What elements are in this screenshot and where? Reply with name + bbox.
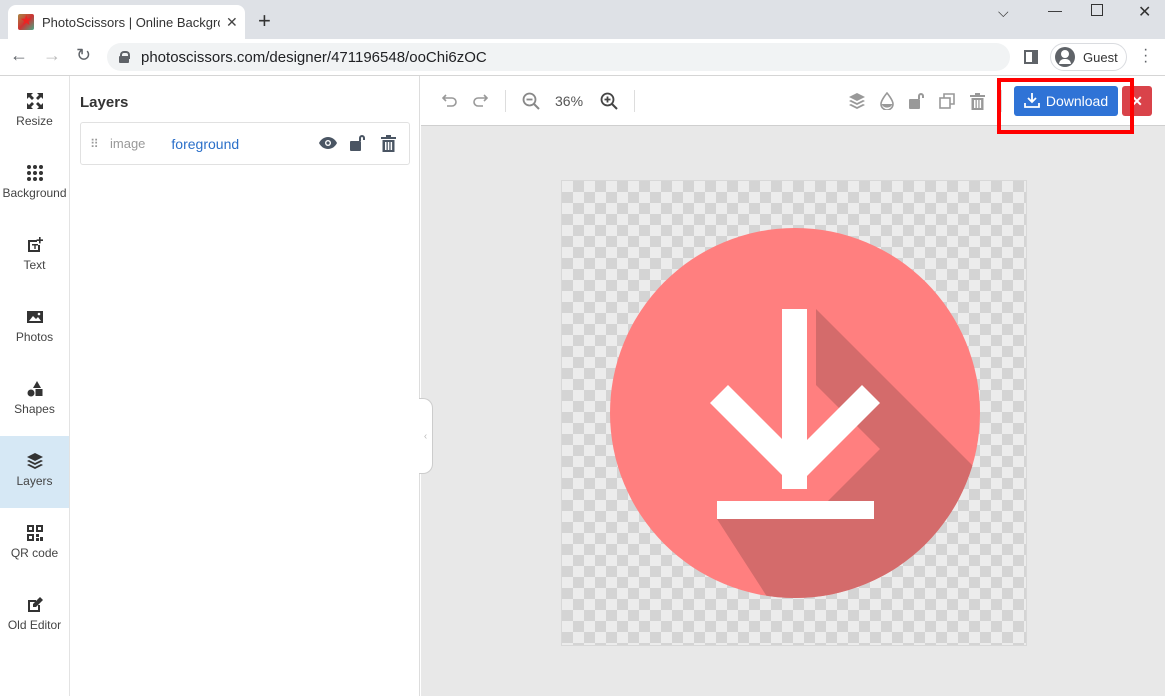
browser-tab[interactable]: PhotoScissors | Online Backgro ✕ bbox=[8, 5, 245, 39]
layer-order-icon[interactable] bbox=[848, 92, 866, 110]
window-close-button[interactable]: ✕ bbox=[1138, 2, 1151, 22]
rail-item-resize[interactable]: Resize bbox=[0, 76, 69, 148]
duplicate-icon[interactable] bbox=[938, 92, 956, 110]
toolbar-divider bbox=[1001, 90, 1002, 112]
editor-toolbar: 36% Download ✕ bbox=[421, 76, 1165, 134]
rail-label: Shapes bbox=[14, 402, 55, 416]
minimize-button[interactable]: — bbox=[1048, 2, 1062, 18]
download-label: Download bbox=[1045, 93, 1109, 109]
redo-icon[interactable] bbox=[471, 92, 489, 110]
rail-label: Old Editor bbox=[7, 618, 62, 632]
rail-item-text[interactable]: Text bbox=[0, 220, 69, 292]
download-button[interactable]: Download bbox=[1014, 86, 1118, 116]
dots-grid-icon bbox=[26, 164, 44, 182]
tab-title: PhotoScissors | Online Backgro bbox=[42, 14, 220, 30]
side-panel-icon[interactable] bbox=[1024, 50, 1038, 64]
rail-item-photos[interactable]: Photos bbox=[0, 292, 69, 364]
lock-icon bbox=[119, 51, 130, 63]
tab-close-icon[interactable]: ✕ bbox=[226, 14, 238, 31]
resize-icon bbox=[26, 92, 44, 110]
rail-label: Resize bbox=[16, 114, 53, 128]
layer-type: image bbox=[110, 136, 146, 151]
rail-item-background[interactable]: Background bbox=[0, 148, 69, 220]
reload-button[interactable]: ↻ bbox=[76, 45, 91, 66]
opacity-icon[interactable] bbox=[878, 92, 896, 110]
layers-panel: Layers ⠿ image foreground bbox=[70, 76, 420, 696]
rail-label: Text bbox=[23, 258, 46, 272]
text-add-icon bbox=[26, 236, 44, 254]
undo-icon[interactable] bbox=[441, 92, 459, 110]
site-favicon-icon bbox=[18, 12, 34, 30]
avatar-icon bbox=[1055, 47, 1075, 67]
tab-search-chevron-icon[interactable]: ⌵ bbox=[998, 4, 1009, 21]
delete-icon[interactable] bbox=[968, 92, 986, 110]
rail-label: QR code bbox=[10, 546, 59, 560]
unlock-icon[interactable] bbox=[349, 134, 367, 152]
tool-rail: Resize Background Text Photos Shapes Lay… bbox=[0, 76, 70, 696]
image-icon bbox=[26, 308, 44, 326]
zoom-level: 36% bbox=[555, 93, 584, 109]
layer-item[interactable]: ⠿ image foreground bbox=[80, 122, 410, 165]
panel-collapse-handle[interactable]: ‹ bbox=[419, 398, 433, 474]
rail-label: Layers bbox=[16, 474, 53, 488]
rail-item-shapes[interactable]: Shapes bbox=[0, 364, 69, 436]
forward-button[interactable]: → bbox=[43, 45, 61, 66]
shapes-icon bbox=[26, 380, 44, 398]
layers-icon bbox=[26, 452, 44, 470]
toolbar-divider bbox=[634, 90, 635, 112]
qr-code-icon bbox=[26, 524, 44, 542]
browser-toolbar: ← → ↻ photoscissors.com/designer/4711965… bbox=[0, 39, 1165, 76]
maximize-button[interactable] bbox=[1091, 4, 1103, 16]
rail-item-qr-code[interactable]: QR code bbox=[0, 508, 69, 580]
panel-title: Layers bbox=[80, 94, 129, 111]
browser-menu-icon[interactable]: · · · bbox=[1143, 42, 1148, 70]
browser-tabstrip: PhotoScissors | Online Backgro ✕ + ⌵ — ✕ bbox=[0, 0, 1165, 39]
drag-handle-icon[interactable]: ⠿ bbox=[90, 137, 100, 151]
url-text: photoscissors.com/designer/471196548/ooC… bbox=[141, 48, 487, 66]
eye-icon[interactable] bbox=[319, 134, 337, 152]
close-editor-button[interactable]: ✕ bbox=[1122, 86, 1152, 116]
arrow-base-bar-shape bbox=[717, 501, 874, 519]
profile-name: Guest bbox=[1083, 49, 1118, 65]
new-tab-button[interactable]: + bbox=[258, 8, 271, 34]
zoom-in-icon[interactable] bbox=[600, 92, 618, 110]
zoom-out-icon[interactable] bbox=[522, 92, 540, 110]
lock-toggle-icon[interactable] bbox=[908, 92, 926, 110]
profile-button[interactable]: Guest bbox=[1050, 43, 1127, 71]
rail-label: Background bbox=[2, 186, 67, 200]
address-bar[interactable]: photoscissors.com/designer/471196548/ooC… bbox=[107, 43, 1010, 71]
trash-icon[interactable] bbox=[379, 134, 397, 152]
toolbar-divider bbox=[505, 90, 506, 112]
design-canvas[interactable] bbox=[561, 180, 1027, 646]
canvas-workarea: 36% Download ✕ ‹ bbox=[419, 76, 1165, 696]
edit-icon bbox=[26, 596, 44, 614]
download-icon bbox=[1023, 92, 1040, 111]
rail-label: Photos bbox=[15, 330, 54, 344]
rail-item-layers[interactable]: Layers bbox=[0, 436, 69, 508]
foreground-image bbox=[610, 228, 980, 598]
rail-item-old-editor[interactable]: Old Editor bbox=[0, 580, 69, 652]
back-button[interactable]: ← bbox=[10, 45, 28, 66]
layer-name[interactable]: foreground bbox=[171, 136, 239, 152]
